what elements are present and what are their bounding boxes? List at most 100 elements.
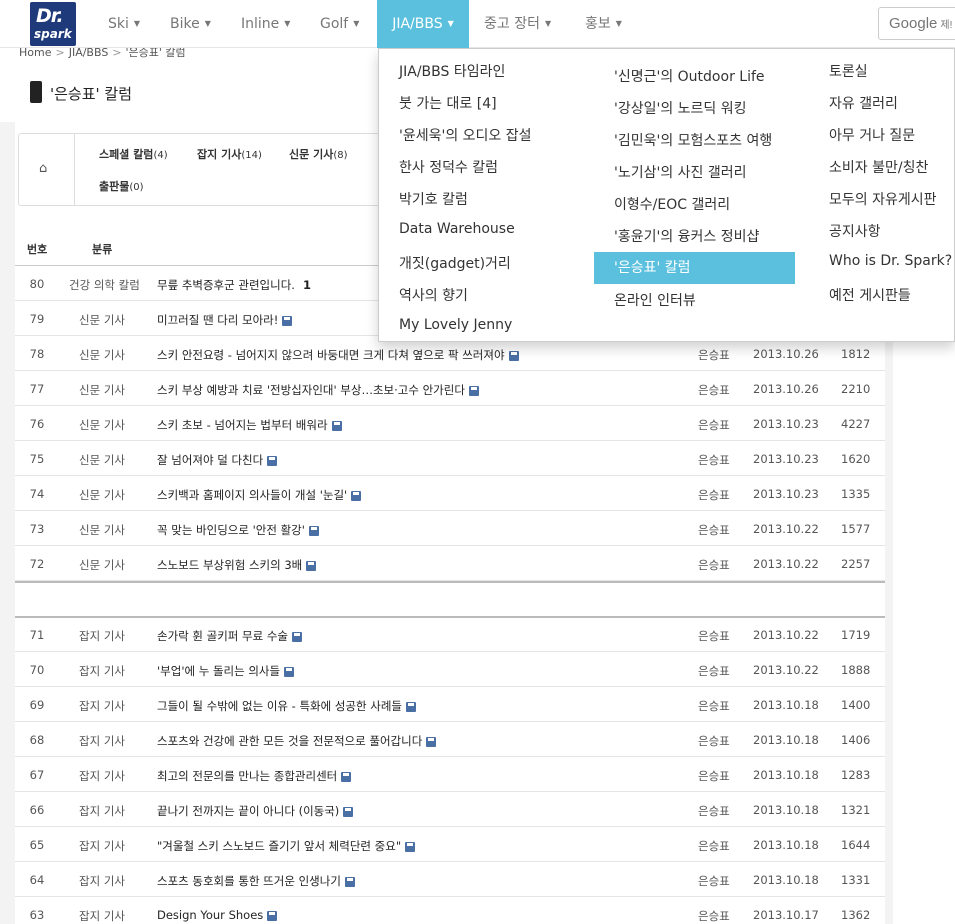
category-magazine[interactable]: 잡지 기사(14) (197, 146, 262, 162)
row-views: 1719 (841, 628, 871, 642)
row-category[interactable]: 잡지 기사 (69, 768, 135, 784)
row-category[interactable]: 신문 기사 (69, 347, 135, 363)
dropdown-menu-item[interactable]: 자유 갤러리 (829, 93, 898, 113)
row-title-link[interactable]: 미끄러질 땐 다리 모아라! (157, 312, 293, 328)
row-category[interactable]: 신문 기사 (69, 557, 135, 573)
nav-promo[interactable]: 홍보 ▼ (585, 0, 622, 48)
dropdown-menu-item[interactable]: 박기호 칼럼 (399, 189, 468, 209)
table-row[interactable]: 65 잡지 기사 "겨울철 스키 스노보드 즐기기 앞서 체력단련 중요" 은승표 20… (15, 827, 885, 862)
row-category[interactable]: 잡지 기사 (69, 908, 135, 924)
nav-used-market[interactable]: 중고 장터 ▼ (484, 0, 551, 48)
dropdown-menu-item[interactable]: JIA/BBS 타임라인 (399, 61, 505, 81)
category-publication[interactable]: 출판물(0) (99, 178, 144, 194)
dropdown-menu-item[interactable]: 예전 게시판들 (829, 285, 911, 305)
row-views: 1400 (841, 698, 871, 712)
file-attachment-icon (284, 666, 295, 677)
dropdown-menu-item[interactable]: 붓 가는 대로 [4] (399, 93, 497, 113)
table-row[interactable]: 63 잡지 기사 Design Your Shoes 은승표 2013.10.17 136… (15, 897, 885, 924)
table-row[interactable]: 76 신문 기사 스키 초보 - 넘어지는 법부터 배워라 은승표 2013.10.23… (15, 406, 885, 441)
category-home-button[interactable]: ⌂ (19, 134, 75, 205)
dropdown-menu-item[interactable]: '윤세욱'의 오디오 잡설 (399, 125, 532, 145)
row-title-link[interactable]: 스노보드 부상위험 스키의 3배 (157, 557, 317, 573)
row-title-link[interactable]: 스키 안전요령 - 넘어지지 않으려 바둥대면 크게 다쳐 옆으로 팍 쓰러져야 (157, 347, 519, 363)
table-row[interactable]: 72 신문 기사 스노보드 부상위험 스키의 3배 은승표 2013.10.22 2257 (15, 546, 885, 581)
row-title-link[interactable]: 스키 초보 - 넘어지는 법부터 배워라 (157, 417, 342, 433)
row-views: 1321 (841, 803, 871, 817)
row-title-link[interactable]: 스키 부상 예방과 치료 '전방십자인대' 부상…초보·고수 안가린다 (157, 382, 479, 398)
row-title-link[interactable]: 그들이 될 수밖에 없는 이유 - 특화에 성공한 사례들 (157, 698, 416, 714)
row-title-link[interactable]: 꼭 맞는 바인딩으로 '안전 활강' (157, 522, 319, 538)
dropdown-menu-item[interactable]: 소비자 불만/칭찬 (829, 157, 928, 177)
row-category[interactable]: 잡지 기사 (69, 663, 135, 679)
row-category[interactable]: 잡지 기사 (69, 803, 135, 819)
row-title-link[interactable]: Design Your Shoes (157, 908, 278, 922)
dropdown-menu-item[interactable]: 한사 정덕수 칼럼 (399, 157, 498, 177)
row-title-link[interactable]: 스포츠 동호회를 통한 뜨거운 인생나기 (157, 873, 355, 889)
caret-down-icon: ▼ (133, 19, 141, 28)
row-title-link[interactable]: 끝나기 전까지는 끝이 아니다 (이동국) (157, 803, 354, 819)
dropdown-menu-item[interactable]: '노기삼'의 사진 갤러리 (614, 162, 747, 182)
row-title-link[interactable]: '부업'에 누 돌리는 의사들 (157, 663, 295, 679)
table-row[interactable]: 68 잡지 기사 스포츠와 건강에 관한 모든 것을 전문적으로 풀어갑니다 은승표 2… (15, 722, 885, 757)
row-category[interactable]: 잡지 기사 (69, 698, 135, 714)
row-category[interactable]: 잡지 기사 (69, 733, 135, 749)
row-title-link[interactable]: 최고의 전문의를 만나는 종합관리센터 (157, 768, 352, 784)
row-title-link[interactable]: 스포츠와 건강에 관한 모든 것을 전문적으로 풀어갑니다 (157, 733, 437, 749)
nav-ski[interactable]: Ski ▼ (108, 0, 140, 48)
dropdown-menu-item[interactable]: 개짓(gadget)거리 (399, 253, 511, 273)
row-number: 80 (29, 277, 45, 291)
dropdown-menu-item[interactable]: 역사의 향기 (399, 285, 468, 305)
google-search-input[interactable]: Google 제! (878, 7, 955, 40)
row-category[interactable]: 건강 의학 칼럼 (69, 277, 140, 293)
row-category[interactable]: 신문 기사 (69, 382, 135, 398)
table-row[interactable]: 77 신문 기사 스키 부상 예방과 치료 '전방십자인대' 부상…초보·고수 안가… (15, 371, 885, 406)
page-title-text: '은승표' 칼럼 (50, 85, 133, 103)
row-category[interactable]: 신문 기사 (69, 312, 135, 328)
category-special[interactable]: 스페셜 칼럼(4) (99, 146, 168, 162)
table-row[interactable]: 73 신문 기사 꼭 맞는 바인딩으로 '안전 활강' 은승표 2013.10.22 15… (15, 511, 885, 546)
dropdown-menu-item[interactable]: 이형수/EOC 갤러리 (614, 194, 730, 214)
dropdown-menu-item[interactable]: 공지사항 (829, 221, 881, 241)
dropdown-menu-item[interactable]: '강상일'의 노르딕 워킹 (614, 98, 747, 118)
dropdown-menu-item[interactable]: Data Warehouse (399, 221, 515, 237)
dropdown-menu-item[interactable]: My Lovely Jenny (399, 317, 512, 333)
dropdown-menu-item[interactable]: '홍윤기'의 융커스 정비샵 (614, 226, 759, 246)
table-row[interactable]: 74 신문 기사 스키백과 홈페이지 의사들이 개설 '눈길' 은승표 2013.10.… (15, 476, 885, 511)
site-logo[interactable]: Dr. spark (30, 2, 76, 46)
nav-bike[interactable]: Bike ▼ (170, 0, 211, 48)
row-title-link[interactable]: 스키백과 홈페이지 의사들이 개설 '눈길' (157, 487, 362, 503)
row-category[interactable]: 잡지 기사 (69, 873, 135, 889)
dropdown-menu-item[interactable]: 모두의 자유게시판 (829, 189, 937, 209)
table-row[interactable]: 70 잡지 기사 '부업'에 누 돌리는 의사들 은승표 2013.10.22 1888 (15, 652, 885, 687)
row-title-link[interactable]: 무릎 추벽증후군 관련입니다. 1 (157, 277, 311, 293)
category-newspaper[interactable]: 신문 기사(8) (289, 146, 347, 162)
dropdown-menu-item[interactable]: 아무 거나 질문 (829, 125, 915, 145)
row-category[interactable]: 신문 기사 (69, 452, 135, 468)
row-category[interactable]: 신문 기사 (69, 522, 135, 538)
row-category[interactable]: 신문 기사 (69, 487, 135, 503)
table-row[interactable]: 69 잡지 기사 그들이 될 수밖에 없는 이유 - 특화에 성공한 사례들 은승표 2… (15, 687, 885, 722)
row-author: 은승표 (698, 839, 730, 853)
row-title-link[interactable]: "겨울철 스키 스노보드 즐기기 앞서 체력단련 중요" (157, 838, 416, 854)
nav-golf[interactable]: Golf ▼ (320, 0, 359, 48)
row-title-link[interactable]: 잘 넘어져야 덜 다친다 (157, 452, 278, 468)
nav-jia-bbs[interactable]: JIA/BBS ▼ (377, 0, 469, 48)
table-row[interactable]: 71 잡지 기사 손가락 휜 골키퍼 무료 수술 은승표 2013.10.22 1719 (15, 617, 885, 652)
row-category[interactable]: 잡지 기사 (69, 628, 135, 644)
nav-inline[interactable]: Inline ▼ (241, 0, 290, 48)
table-row[interactable]: 66 잡지 기사 끝나기 전까지는 끝이 아니다 (이동국) 은승표 2013.10.1… (15, 792, 885, 827)
caret-down-icon: ▼ (544, 19, 552, 28)
dropdown-menu-item[interactable]: '은승표' 칼럼 (594, 252, 795, 284)
dropdown-menu-item[interactable]: '김민욱'의 모험스포츠 여행 (614, 130, 772, 150)
dropdown-menu-item[interactable]: 토론실 (829, 61, 868, 81)
dropdown-menu-item[interactable]: 온라인 인터뷰 (614, 290, 696, 310)
table-row[interactable]: 64 잡지 기사 스포츠 동호회를 통한 뜨거운 인생나기 은승표 2013.10.18… (15, 862, 885, 897)
dropdown-menu-item[interactable]: Who is Dr. Spark? (829, 253, 952, 269)
row-category[interactable]: 잡지 기사 (69, 838, 135, 854)
logo-line1: Dr. (36, 5, 64, 27)
table-row[interactable]: 75 신문 기사 잘 넘어져야 덜 다친다 은승표 2013.10.23 1620 (15, 441, 885, 476)
row-title-link[interactable]: 손가락 휜 골키퍼 무료 수술 (157, 628, 303, 644)
row-category[interactable]: 신문 기사 (69, 417, 135, 433)
table-row[interactable]: 67 잡지 기사 최고의 전문의를 만나는 종합관리센터 은승표 2013.10.18 1… (15, 757, 885, 792)
dropdown-menu-item[interactable]: '신명근'의 Outdoor Life (614, 66, 765, 86)
